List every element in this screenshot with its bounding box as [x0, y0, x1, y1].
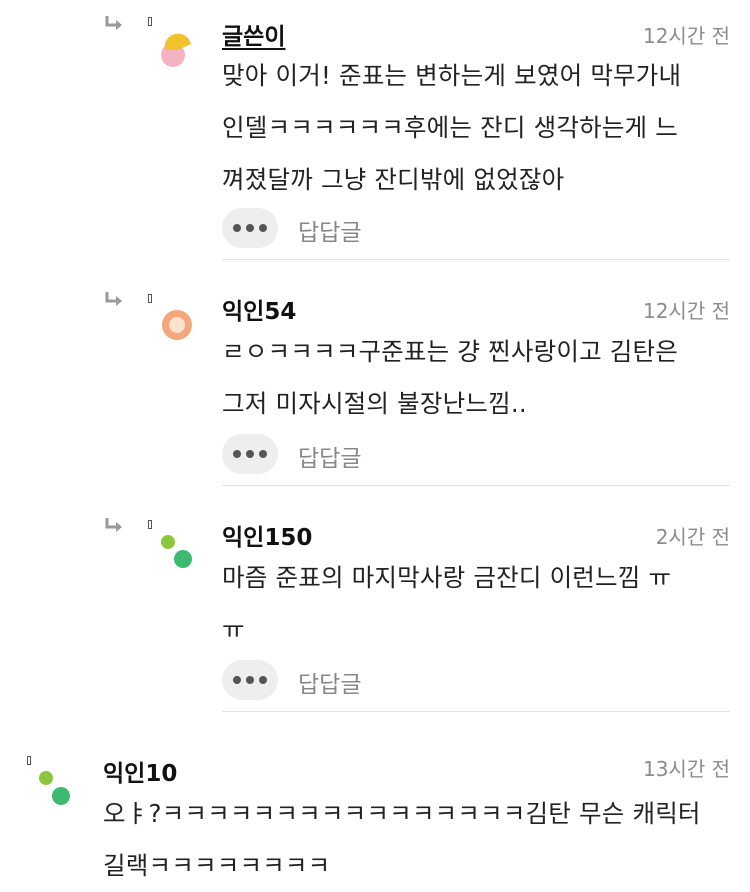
comment-body: 맞아 이거! 준표는 변하는게 보였어 막무가내 인델ㅋㅋㅋㅋㅋㅋ후에는 잔디 …	[222, 50, 681, 206]
comment-line: 껴졌달까 그냥 잔디밖에 없었잖아	[222, 165, 565, 194]
more-options-button[interactable]	[222, 208, 278, 248]
comment-line: ㅠ	[222, 615, 245, 644]
comment-body: 마즘 준표의 마지막사랑 금잔디 이런느낌 ㅠ ㅠ	[222, 552, 671, 656]
reply-arrow-icon	[105, 518, 122, 532]
divider	[222, 485, 730, 486]
comment-timestamp: 13시간 전	[642, 757, 730, 781]
comment-nickname[interactable]: 익인54	[222, 292, 296, 326]
divider	[222, 259, 730, 260]
comment-line: ㄹㅇㅋㅋㅋㅋ구준표는 걍 찐사랑이고 김탄은	[222, 337, 679, 366]
reply-button[interactable]: 답답글	[298, 665, 361, 699]
more-icon	[233, 676, 241, 684]
comment-line: 그저 미자시절의 불장난느낌..	[222, 389, 527, 418]
more-options-button[interactable]	[222, 660, 278, 700]
comment-timestamp: 12시간 전	[642, 24, 730, 48]
comment-body: ㄹㅇㅋㅋㅋㅋ구준표는 걍 찐사랑이고 김탄은 그저 미자시절의 불장난느낌..	[222, 326, 678, 430]
marker-icon	[148, 520, 152, 529]
reply-arrow-icon	[105, 16, 122, 30]
avatar	[161, 33, 191, 67]
comment-item: 익인150 2시간 전 마즘 준표의 마지막사랑 금잔디 이런느낌 ㅠ ㅠ 답답…	[0, 488, 750, 714]
marker-icon	[148, 17, 152, 26]
comment-nickname[interactable]: 글쓴이	[222, 17, 285, 51]
divider	[222, 711, 730, 712]
more-options-button[interactable]	[222, 434, 278, 474]
comment-line: 마즘 준표의 마지막사랑 금잔디 이런느낌 ㅠ	[222, 563, 672, 592]
comment-line: 길랙ㅋㅋㅋㅋㅋㅋㅋㅋ	[103, 851, 331, 880]
avatar	[39, 771, 70, 805]
avatar	[162, 310, 192, 340]
comment-line: 인델ㅋㅋㅋㅋㅋㅋ후에는 잔디 생각하는게 느	[222, 113, 679, 142]
comment-nickname[interactable]: 익인10	[103, 754, 177, 788]
marker-icon	[27, 756, 31, 765]
comment-item: 글쓴이 12시간 전 맞아 이거! 준표는 변하는게 보였어 막무가내 인델ㅋㅋ…	[0, 0, 750, 262]
comment-item: 익인10 13시간 전 오ㅑ?ㅋㅋㅋㅋㅋㅋㅋㅋㅋㅋㅋㅋㅋㅋㅋㅋ김탄 무슨 캐릭터…	[0, 714, 750, 886]
comment-timestamp: 2시간 전	[655, 525, 730, 549]
comment-nickname[interactable]: 익인150	[222, 518, 312, 552]
comment-line: 오ㅑ?ㅋㅋㅋㅋㅋㅋㅋㅋㅋㅋㅋㅋㅋㅋㅋㅋ김탄 무슨 캐릭터	[103, 799, 701, 828]
comment-body: 오ㅑ?ㅋㅋㅋㅋㅋㅋㅋㅋㅋㅋㅋㅋㅋㅋㅋㅋ김탄 무슨 캐릭터 길랙ㅋㅋㅋㅋㅋㅋㅋㅋ	[103, 788, 701, 892]
comment-line: 맞아 이거! 준표는 변하는게 보였어 막무가내	[222, 61, 682, 90]
more-icon	[233, 224, 241, 232]
marker-icon	[148, 294, 152, 303]
more-icon	[233, 450, 241, 458]
avatar	[161, 535, 192, 568]
reply-button[interactable]: 답답글	[298, 439, 361, 473]
comment-timestamp: 12시간 전	[642, 299, 730, 323]
reply-arrow-icon	[105, 292, 122, 306]
reply-button[interactable]: 답답글	[298, 213, 361, 247]
comment-item: 익인54 12시간 전 ㄹㅇㅋㅋㅋㅋ구준표는 걍 찐사랑이고 김탄은 그저 미자…	[0, 262, 750, 488]
